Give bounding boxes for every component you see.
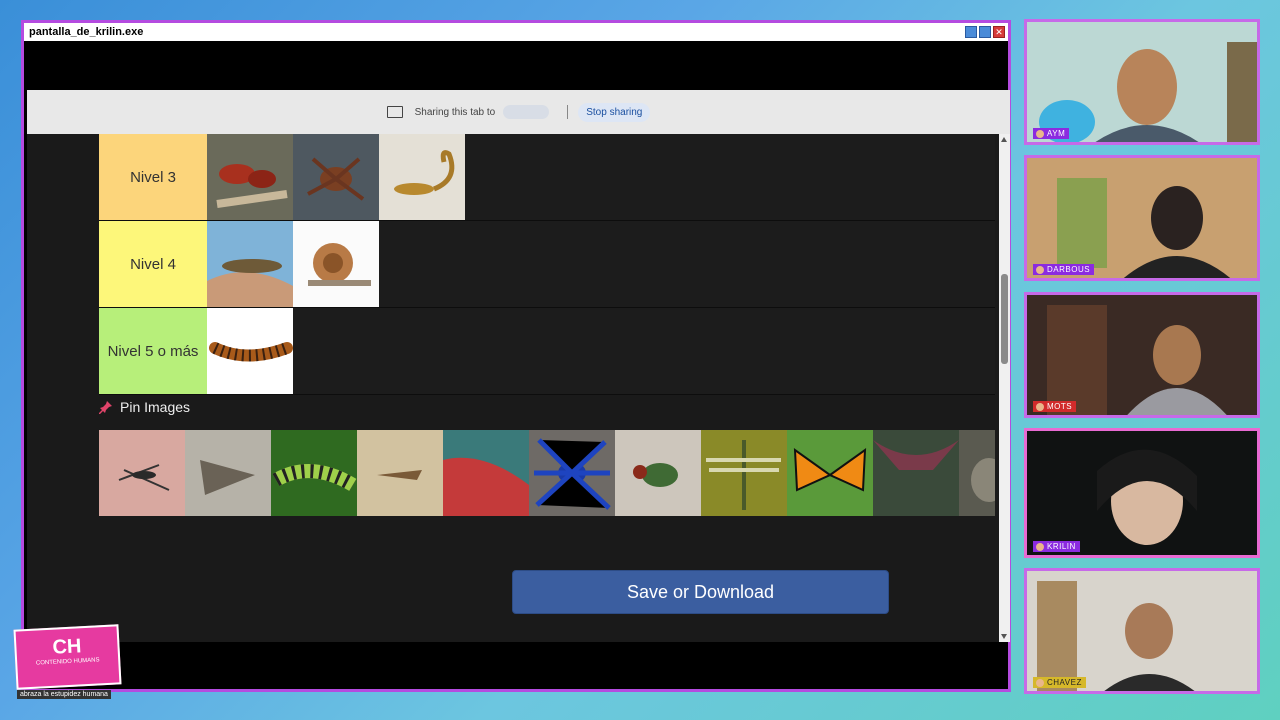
sharing-bar: Sharing this tab to Stop sharing <box>27 90 1010 134</box>
tier-label[interactable]: Nivel 4 <box>99 221 207 307</box>
dragonfly-image[interactable] <box>701 430 787 516</box>
participant-name-tag: CHAVEZ <box>1033 677 1086 688</box>
leech-image[interactable] <box>443 430 529 516</box>
webcam-participant: CHAVEZ <box>1024 568 1260 694</box>
webcam-participant: MOTS <box>1024 292 1260 418</box>
webcam-participant: AYM <box>1024 19 1260 145</box>
pushpin-icon <box>99 401 112 414</box>
grasshopper-image[interactable] <box>207 221 293 307</box>
window-title: pantalla_de_krilin.exe <box>29 26 144 38</box>
moth-image[interactable] <box>185 430 271 516</box>
tier-row-nivel-3: Nivel 3 <box>99 134 995 221</box>
divider <box>567 105 569 119</box>
snail-image[interactable] <box>293 221 379 307</box>
webcam-feed-image <box>1027 295 1257 415</box>
webcam-feed-image <box>1027 158 1257 278</box>
webcam-participant-active: KRILIN <box>1024 428 1260 558</box>
pin-images-strip <box>99 430 995 516</box>
animal-image[interactable] <box>959 430 995 516</box>
mosquito-image[interactable] <box>99 430 185 516</box>
scroll-up-arrow-icon[interactable] <box>1001 137 1007 142</box>
participant-name-tag: AYM <box>1033 128 1070 139</box>
screen-share-window: pantalla_de_krilin.exe ✕ Sharing this ta… <box>21 20 1011 692</box>
share-target-pill <box>503 105 550 119</box>
pin-images-heading: Pin Images <box>99 399 190 415</box>
tier-label[interactable]: Nivel 3 <box>99 134 207 220</box>
tier-row-nivel-5: Nivel 5 o más <box>99 308 995 395</box>
minimize-button[interactable] <box>965 26 977 38</box>
ant-image[interactable] <box>207 134 293 220</box>
tier-row-nivel-4: Nivel 4 <box>99 221 995 308</box>
close-button[interactable]: ✕ <box>993 26 1005 38</box>
stop-sharing-button[interactable]: Stop sharing <box>578 102 651 122</box>
tier-label[interactable]: Nivel 5 o más <box>99 308 207 394</box>
channel-logo: CH CONTENIDO HUMANS <box>13 624 122 690</box>
scorpion-image[interactable] <box>379 134 465 220</box>
blue-tarantula-image[interactable] <box>529 430 615 516</box>
tier-list-app: Nivel 3 Nivel 4 Nivel 5 o más Pin Images <box>27 134 999 642</box>
window-titlebar[interactable]: pantalla_de_krilin.exe ✕ <box>24 23 1008 41</box>
caterpillar-image[interactable] <box>207 308 293 394</box>
screen-share-icon <box>386 106 403 118</box>
bat-image[interactable] <box>873 430 959 516</box>
webcam-feed-image <box>1027 571 1257 691</box>
scroll-thumb[interactable] <box>1001 274 1008 364</box>
green-caterpillar-image[interactable] <box>271 430 357 516</box>
participant-name-tag: MOTS <box>1033 401 1077 412</box>
participant-name-tag: DARBOUS <box>1033 264 1095 275</box>
butterfly-image[interactable] <box>787 430 873 516</box>
scrollbar[interactable] <box>999 134 1010 642</box>
fly-image[interactable] <box>615 430 701 516</box>
webcam-participant: DARBOUS <box>1024 155 1260 281</box>
maximize-button[interactable] <box>979 26 991 38</box>
small-moth-image[interactable] <box>357 430 443 516</box>
save-or-download-button[interactable]: Save or Download <box>512 570 889 614</box>
pin-images-title: Pin Images <box>120 399 191 415</box>
spider-image[interactable] <box>293 134 379 220</box>
logo-tagline: abraza la estupidez humana <box>17 690 111 699</box>
scroll-down-arrow-icon[interactable] <box>1001 634 1007 639</box>
webcam-feed-image <box>1027 431 1257 555</box>
sharing-text: Sharing this tab to <box>414 106 496 118</box>
webcam-feed-image <box>1027 22 1257 142</box>
participant-name-tag: KRILIN <box>1033 541 1080 552</box>
